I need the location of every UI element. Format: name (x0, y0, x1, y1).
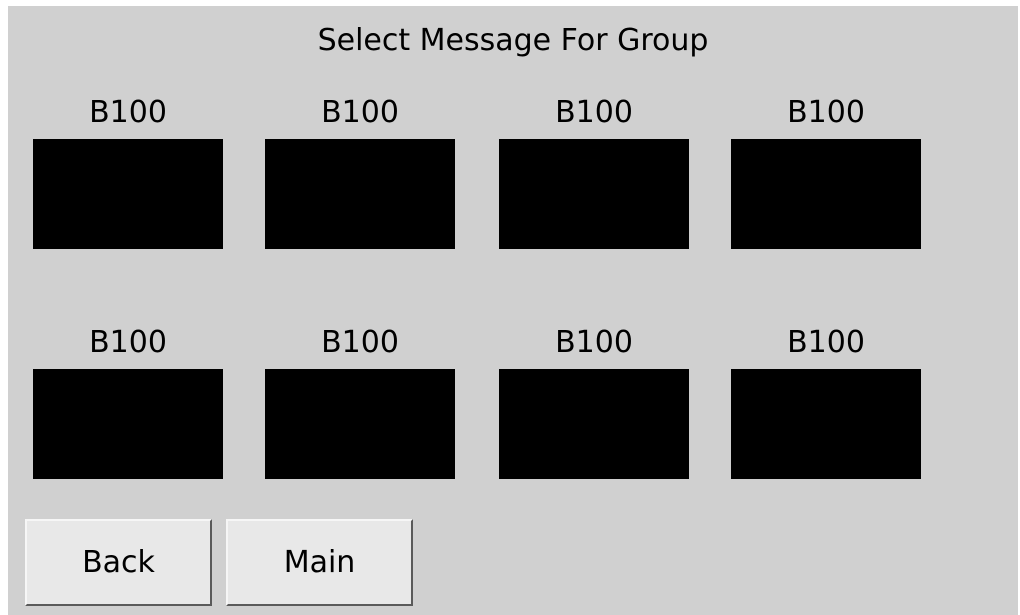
slot-4-button[interactable] (731, 139, 921, 249)
slot-2-label: B100 (321, 95, 399, 130)
main-button[interactable]: Main (226, 519, 413, 606)
slot-1-label: B100 (89, 95, 167, 130)
slot-5-label: B100 (89, 325, 167, 360)
slot-3-label: B100 (555, 95, 633, 130)
slot-5-button[interactable] (33, 369, 223, 479)
slot-7-label: B100 (555, 325, 633, 360)
screen-title: Select Message For Group (317, 23, 709, 58)
screen-panel: Select Message For Group B100 B100 B100 … (8, 6, 1018, 615)
slot-7-button[interactable] (499, 369, 689, 479)
slot-3-button[interactable] (499, 139, 689, 249)
slot-8-button[interactable] (731, 369, 921, 479)
slot-2-button[interactable] (265, 139, 455, 249)
slot-6-label: B100 (321, 325, 399, 360)
slot-6-button[interactable] (265, 369, 455, 479)
slot-4-label: B100 (787, 95, 865, 130)
slot-8-label: B100 (787, 325, 865, 360)
slot-1-button[interactable] (33, 139, 223, 249)
back-button[interactable]: Back (25, 519, 212, 606)
